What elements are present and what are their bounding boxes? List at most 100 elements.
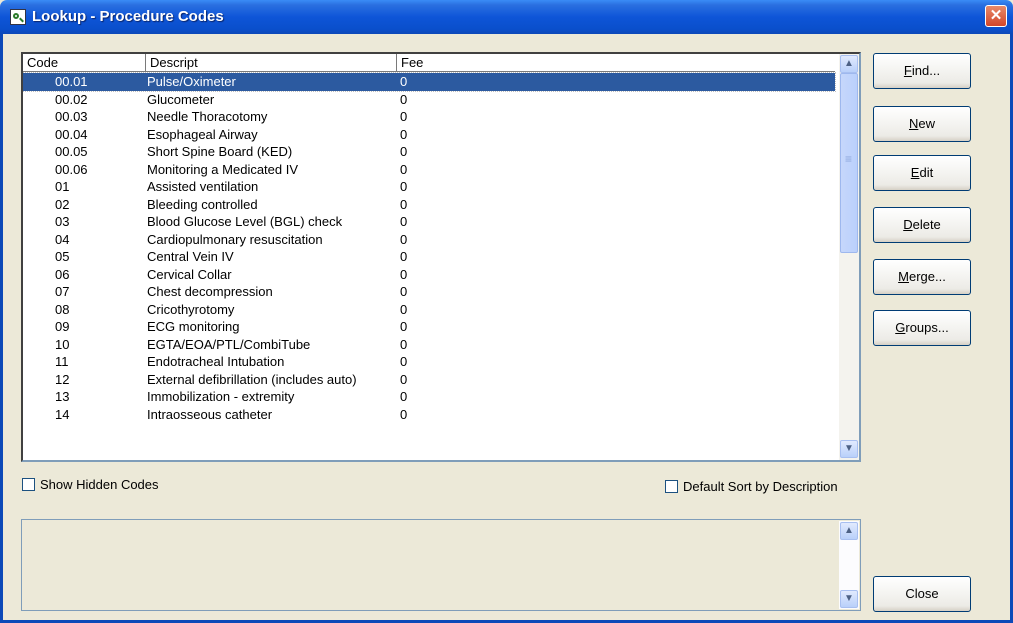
code-cell: 11 bbox=[55, 354, 69, 369]
delete-button[interactable]: Delete bbox=[873, 207, 971, 243]
descript-cell: Intraosseous catheter bbox=[147, 406, 273, 422]
column-header-fee[interactable]: Fee bbox=[397, 54, 835, 72]
column-header-descript[interactable]: Descript bbox=[146, 54, 397, 72]
fee-cell: 0 bbox=[400, 371, 408, 387]
window-close-button[interactable]: ✕ bbox=[985, 5, 1007, 27]
descript-cell: Immobilization - extremity bbox=[147, 389, 295, 404]
fee-cell: 0 bbox=[400, 284, 408, 299]
fee-cell: 0 bbox=[400, 126, 408, 142]
code-cell: 00.01 bbox=[55, 74, 88, 89]
code-cell: 00.04 bbox=[55, 126, 88, 142]
descript-cell: Central Vein IV bbox=[147, 249, 234, 264]
code-cell: 05 bbox=[55, 249, 70, 264]
code-cell: 00.06 bbox=[55, 161, 88, 177]
show-hidden-codes-checkbox[interactable]: Show Hidden Codes bbox=[22, 477, 159, 492]
code-cell: 06 bbox=[55, 266, 70, 282]
table-row[interactable]: 04 Cardiopulmonary resuscitation 0 bbox=[23, 231, 835, 249]
fee-cell: 0 bbox=[400, 214, 408, 229]
code-cell: 13 bbox=[55, 389, 70, 404]
list-vertical-scrollbar[interactable]: ▲ ▼ bbox=[839, 54, 859, 460]
scroll-up-button[interactable]: ▲ bbox=[840, 55, 858, 73]
table-row[interactable]: 12 External defibrillation (includes auto… bbox=[23, 371, 835, 389]
edit-button[interactable]: Edit bbox=[873, 155, 971, 191]
table-row[interactable]: 00.03 Needle Thoracotomy 0 bbox=[23, 108, 835, 126]
descript-cell: Cricothyrotomy bbox=[147, 301, 235, 317]
column-header-code[interactable]: Code bbox=[23, 54, 146, 72]
fee-cell: 0 bbox=[400, 74, 408, 89]
fee-cell: 0 bbox=[400, 319, 408, 334]
code-cell: 14 bbox=[55, 406, 70, 422]
code-cell: 07 bbox=[55, 284, 70, 299]
table-row[interactable]: 07 Chest decompression 0 bbox=[23, 283, 835, 301]
fee-cell: 0 bbox=[400, 389, 408, 404]
code-cell: 08 bbox=[55, 301, 70, 317]
table-row[interactable]: 00.01 Pulse/Oximeter 0 bbox=[23, 72, 836, 92]
table-row[interactable]: 02 Bleeding controlled 0 bbox=[23, 196, 835, 214]
code-cell: 12 bbox=[55, 371, 70, 387]
default-sort-label: Default Sort by Description bbox=[683, 479, 838, 494]
table-row[interactable]: 09 ECG monitoring 0 bbox=[23, 318, 835, 336]
fee-cell: 0 bbox=[400, 91, 408, 107]
title-bar[interactable]: Lookup - Procedure Codes ✕ bbox=[0, 0, 1013, 34]
code-cell: 10 bbox=[55, 336, 70, 352]
find-button[interactable]: Find... bbox=[873, 53, 971, 89]
merge-button[interactable]: Merge... bbox=[873, 259, 971, 295]
code-cell: 01 bbox=[55, 179, 70, 194]
groups-button[interactable]: Groups... bbox=[873, 310, 971, 346]
descript-cell: Bleeding controlled bbox=[147, 196, 258, 212]
list-rows: 00.01 Pulse/Oximeter 0 00.02 Glucometer 0 00.0… bbox=[23, 72, 836, 424]
fee-cell: 0 bbox=[400, 266, 408, 282]
fee-cell: 0 bbox=[400, 179, 408, 194]
table-row[interactable]: 14 Intraosseous catheter 0 bbox=[23, 406, 835, 424]
fee-cell: 0 bbox=[400, 336, 408, 352]
fee-cell: 0 bbox=[400, 301, 408, 317]
table-row[interactable]: 08 Cricothyrotomy 0 bbox=[23, 301, 835, 319]
scroll-down-button[interactable]: ▼ bbox=[840, 440, 858, 458]
descript-cell: Cervical Collar bbox=[147, 266, 232, 282]
fee-cell: 0 bbox=[400, 406, 408, 422]
descript-cell: Esophageal Airway bbox=[147, 126, 258, 142]
memo-vertical-scrollbar[interactable]: ▲ ▼ bbox=[839, 521, 859, 609]
descript-cell: Needle Thoracotomy bbox=[147, 109, 268, 124]
descript-cell: ECG monitoring bbox=[147, 319, 240, 334]
default-sort-checkbox[interactable]: Default Sort by Description bbox=[665, 479, 838, 494]
scroll-thumb[interactable] bbox=[840, 73, 858, 253]
default-sort-box[interactable] bbox=[665, 480, 678, 493]
app-icon bbox=[10, 9, 26, 25]
new-button[interactable]: New bbox=[873, 106, 971, 142]
notes-memo-field[interactable]: ▲ ▼ bbox=[21, 519, 861, 611]
table-row[interactable]: 00.04 Esophageal Airway 0 bbox=[23, 126, 835, 144]
procedure-code-list[interactable]: Code Descript Fee 00.01 Pulse/Oximeter 0 00… bbox=[21, 52, 861, 462]
window-title: Lookup - Procedure Codes bbox=[32, 8, 224, 25]
fee-cell: 0 bbox=[400, 249, 408, 264]
fee-cell: 0 bbox=[400, 196, 408, 212]
descript-cell: Pulse/Oximeter bbox=[147, 74, 236, 89]
code-cell: 02 bbox=[55, 196, 70, 212]
memo-scroll-up-button[interactable]: ▲ bbox=[840, 522, 858, 540]
descript-cell: External defibrillation (includes auto) bbox=[147, 371, 357, 387]
fee-cell: 0 bbox=[400, 144, 408, 159]
fee-cell: 0 bbox=[400, 109, 408, 124]
descript-cell: Chest decompression bbox=[147, 284, 273, 299]
fee-cell: 0 bbox=[400, 161, 408, 177]
descript-cell: Endotracheal Intubation bbox=[147, 354, 285, 369]
descript-cell: Cardiopulmonary resuscitation bbox=[147, 231, 323, 247]
close-button[interactable]: Close bbox=[873, 576, 971, 612]
table-row[interactable]: 05 Central Vein IV 0 bbox=[23, 248, 835, 266]
memo-scroll-down-button[interactable]: ▼ bbox=[840, 590, 858, 608]
table-row[interactable]: 06 Cervical Collar 0 bbox=[23, 266, 835, 284]
descript-cell: Monitoring a Medicated IV bbox=[147, 161, 299, 177]
show-hidden-codes-label: Show Hidden Codes bbox=[40, 477, 159, 492]
table-row[interactable]: 10 EGTA/EOA/PTL/CombiTube 0 bbox=[23, 336, 835, 354]
table-row[interactable]: 03 Blood Glucose Level (BGL) check 0 bbox=[23, 213, 835, 231]
table-row[interactable]: 01 Assisted ventilation 0 bbox=[23, 178, 835, 196]
table-row[interactable]: 00.06 Monitoring a Medicated IV 0 bbox=[23, 161, 835, 179]
table-row[interactable]: 11 Endotracheal Intubation 0 bbox=[23, 353, 835, 371]
table-row[interactable]: 00.02 Glucometer 0 bbox=[23, 91, 835, 109]
fee-cell: 0 bbox=[400, 231, 408, 247]
table-row[interactable]: 00.05 Short Spine Board (KED) 0 bbox=[23, 143, 835, 161]
show-hidden-codes-box[interactable] bbox=[22, 478, 35, 491]
table-row[interactable]: 13 Immobilization - extremity 0 bbox=[23, 388, 835, 406]
fee-cell: 0 bbox=[400, 354, 408, 369]
descript-cell: Blood Glucose Level (BGL) check bbox=[147, 214, 343, 229]
